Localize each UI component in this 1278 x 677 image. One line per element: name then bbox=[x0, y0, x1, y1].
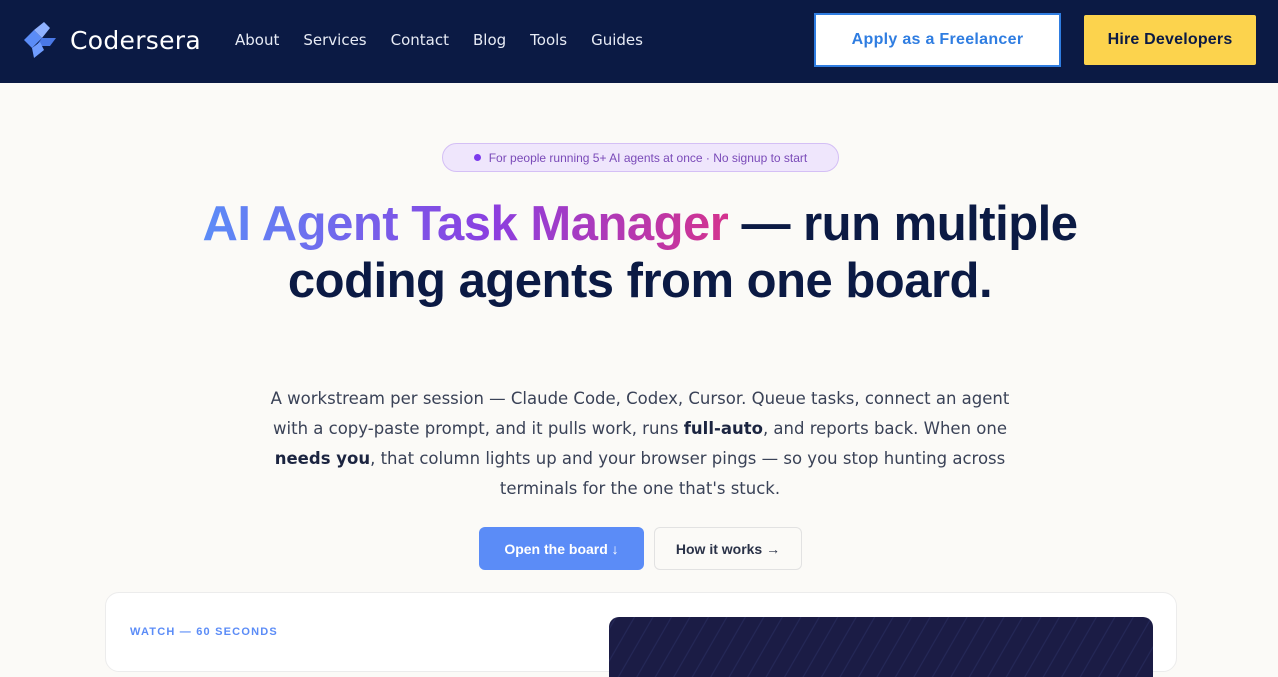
hero-sub-bold-full-auto: full-auto bbox=[683, 419, 763, 438]
watch-label: WATCH — 60 SECONDS bbox=[130, 626, 278, 638]
codersera-logo-icon bbox=[24, 22, 56, 58]
hero-sub-text: , and reports back. When one bbox=[762, 419, 1007, 438]
nav-services[interactable]: Services bbox=[303, 28, 366, 52]
apply-freelancer-button[interactable]: Apply as a Freelancer bbox=[814, 13, 1061, 67]
hero-sub-bold-needs-you: needs you bbox=[274, 449, 371, 468]
hero-sub-text: , that column lights up and your browser… bbox=[370, 449, 1006, 498]
nav-contact[interactable]: Contact bbox=[391, 28, 449, 52]
nav-tools[interactable]: Tools bbox=[530, 28, 567, 52]
hero-title: AI Agent Task Manager — run multiple cod… bbox=[190, 196, 1090, 310]
pill-text: For people running 5+ AI agents at once … bbox=[488, 150, 808, 165]
pill-dot-icon bbox=[473, 154, 481, 161]
nav-guides[interactable]: Guides bbox=[591, 28, 643, 52]
demo-video[interactable] bbox=[609, 617, 1153, 677]
hire-developers-button[interactable]: Hire Developers bbox=[1084, 15, 1256, 65]
nav-blog[interactable]: Blog bbox=[473, 28, 506, 52]
hero-description: A workstream per session — Claude Code, … bbox=[270, 384, 1010, 504]
brand-name: Codersera bbox=[70, 25, 201, 55]
audience-pill: For people running 5+ AI agents at once … bbox=[442, 143, 839, 172]
how-it-works-button[interactable]: How it works → bbox=[654, 527, 802, 570]
site-header: Codersera About Services Contact Blog To… bbox=[0, 0, 1278, 83]
brand-logo[interactable]: Codersera bbox=[20, 20, 201, 60]
hero-title-highlight: AI Agent Task Manager bbox=[202, 197, 729, 251]
nav-about[interactable]: About bbox=[235, 28, 279, 52]
open-board-button[interactable]: Open the board ↓ bbox=[479, 527, 644, 570]
main-nav: About Services Contact Blog Tools Guides bbox=[235, 28, 667, 52]
video-card: WATCH — 60 SECONDS bbox=[105, 592, 1177, 677]
